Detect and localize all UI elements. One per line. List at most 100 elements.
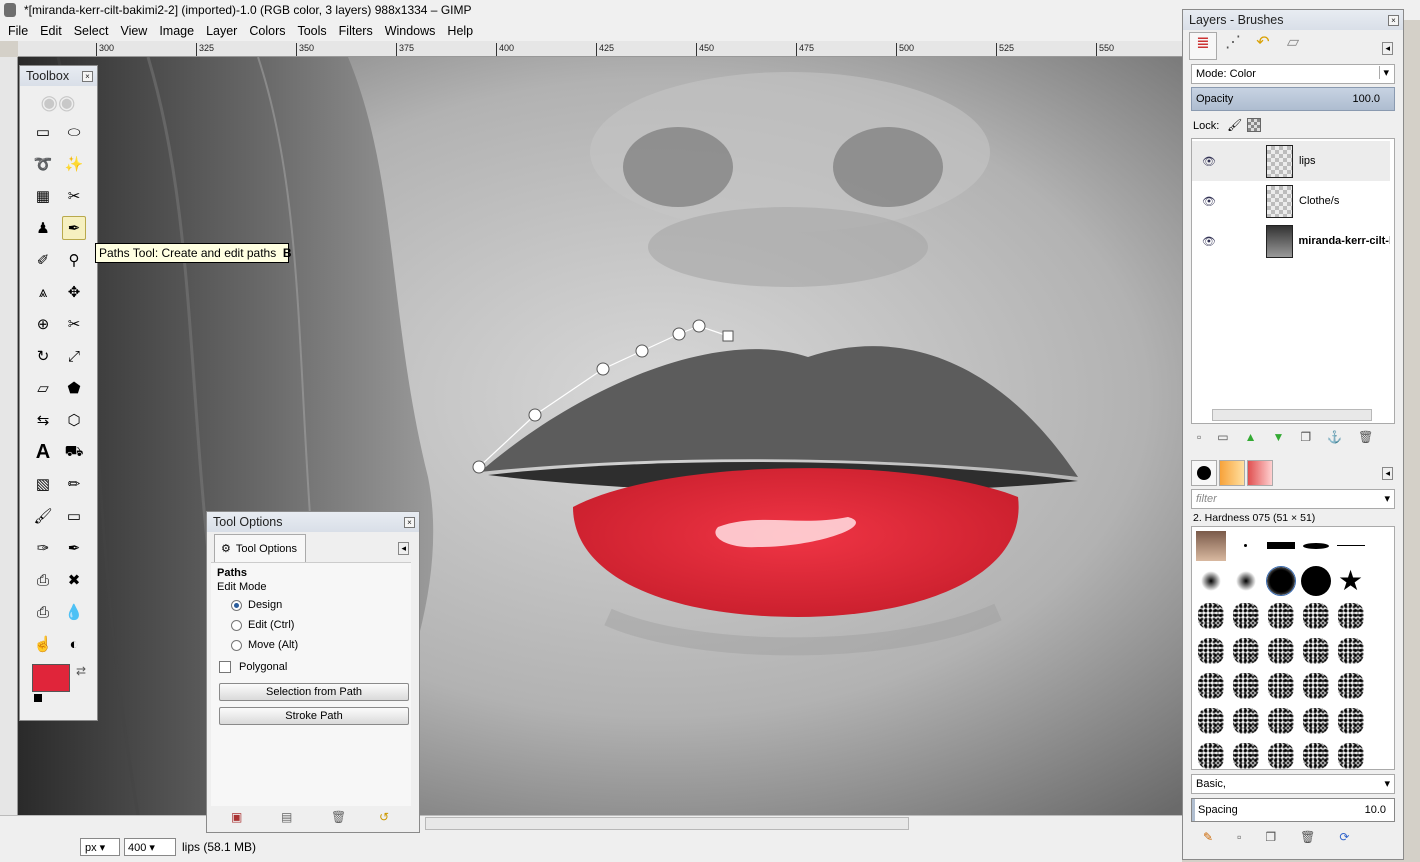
- measure-icon[interactable]: ⩓: [31, 280, 55, 304]
- brush-filter-input[interactable]: filter ▾: [1191, 489, 1395, 509]
- ink-icon[interactable]: ✒: [62, 536, 86, 560]
- mode-design-radio[interactable]: Design: [231, 599, 282, 611]
- layer-list[interactable]: 👁 lips 👁 Clothe/s 👁 miranda-kerr-cilt-ba: [1191, 138, 1395, 424]
- brush-thumbnail[interactable]: [1334, 669, 1367, 702]
- blend-icon[interactable]: ▧: [31, 472, 55, 496]
- brush-thumbnail[interactable]: [1264, 599, 1297, 632]
- bucket-fill-icon[interactable]: ⛟: [62, 440, 86, 464]
- layer-row[interactable]: 👁 miranda-kerr-cilt-ba: [1192, 221, 1390, 261]
- close-icon[interactable]: ×: [1388, 14, 1399, 26]
- brush-thumbnail[interactable]: [1194, 739, 1227, 769]
- eye-icon[interactable]: 👁: [1192, 195, 1226, 208]
- dock-menu-icon[interactable]: ◂: [1382, 42, 1393, 55]
- tab-undo[interactable]: ↶: [1249, 32, 1277, 60]
- shear-icon[interactable]: ▱: [31, 376, 55, 400]
- brush-thumbnail[interactable]: [1229, 529, 1262, 562]
- horizontal-scrollbar[interactable]: [425, 817, 909, 830]
- menu-view[interactable]: View: [114, 24, 153, 38]
- brush-thumbnail[interactable]: [1264, 739, 1297, 769]
- flip-icon[interactable]: ⇆: [31, 408, 55, 432]
- color-picker-icon[interactable]: ✐: [31, 248, 55, 272]
- duplicate-layer-icon[interactable]: ❐: [1300, 430, 1311, 444]
- new-brush-icon[interactable]: ▫: [1237, 830, 1241, 844]
- cage-transform-icon[interactable]: ⬡: [62, 408, 86, 432]
- zoom-icon[interactable]: ⚲: [62, 248, 86, 272]
- menu-tools[interactable]: Tools: [291, 24, 332, 38]
- rotate-icon[interactable]: ↻: [31, 344, 55, 368]
- crop-icon[interactable]: ✂: [62, 312, 86, 336]
- ellipse-select-icon[interactable]: ⬭: [62, 120, 86, 144]
- zoom-select[interactable]: 400 ▾: [124, 838, 176, 856]
- polygonal-checkbox[interactable]: Polygonal: [219, 661, 287, 673]
- menu-windows[interactable]: Windows: [379, 24, 442, 38]
- foreground-select-icon[interactable]: ♟: [31, 216, 55, 240]
- paths-tool-icon[interactable]: ✒: [62, 216, 86, 240]
- brush-thumbnail[interactable]: [1264, 564, 1297, 597]
- menu-colors[interactable]: Colors: [243, 24, 291, 38]
- swap-colors-icon[interactable]: ⇄: [76, 664, 86, 678]
- spacing-slider[interactable]: Spacing 10.0: [1191, 798, 1395, 822]
- heal-icon[interactable]: ✖: [62, 568, 86, 592]
- lower-layer-icon[interactable]: ▼: [1273, 430, 1285, 444]
- vertical-ruler[interactable]: [0, 57, 18, 815]
- brush-thumbnail[interactable]: [1229, 669, 1262, 702]
- brush-thumbnail[interactable]: [1264, 704, 1297, 737]
- brush-grid[interactable]: ★: [1191, 526, 1395, 770]
- menu-file[interactable]: File: [2, 24, 34, 38]
- perspective-icon[interactable]: ⬟: [62, 376, 86, 400]
- brush-thumbnail[interactable]: [1299, 564, 1332, 597]
- brush-thumbnail[interactable]: [1334, 599, 1367, 632]
- menu-select[interactable]: Select: [68, 24, 115, 38]
- tab-layers[interactable]: ≣: [1189, 32, 1217, 60]
- smudge-icon[interactable]: ☝: [31, 632, 55, 656]
- new-layer-icon[interactable]: ▫: [1197, 430, 1201, 444]
- delete-brush-icon[interactable]: 🗑: [1300, 830, 1315, 844]
- tab-brushes[interactable]: [1191, 460, 1217, 486]
- align-icon[interactable]: ⊕: [31, 312, 55, 336]
- lock-alpha-icon[interactable]: [1247, 118, 1261, 132]
- menu-help[interactable]: Help: [441, 24, 479, 38]
- rect-select-icon[interactable]: ▭: [31, 120, 55, 144]
- tab-channels[interactable]: ⋰: [1219, 32, 1247, 60]
- brushes-menu-icon[interactable]: ◂: [1382, 467, 1393, 480]
- brush-thumbnail[interactable]: [1264, 634, 1297, 667]
- horizontal-ruler[interactable]: 300 325 350 375 400 425 450 475 500 525 …: [18, 41, 1182, 57]
- brush-thumbnail[interactable]: [1264, 669, 1297, 702]
- image-canvas[interactable]: [18, 57, 1182, 815]
- paintbrush-icon[interactable]: 🖌: [31, 504, 55, 528]
- eye-icon[interactable]: 👁: [1192, 235, 1226, 248]
- raise-layer-icon[interactable]: ▲: [1245, 430, 1257, 444]
- brush-thumbnail[interactable]: [1229, 564, 1262, 597]
- brush-thumbnail[interactable]: [1334, 704, 1367, 737]
- brush-thumbnail[interactable]: [1334, 529, 1367, 562]
- unit-select[interactable]: px ▾: [80, 838, 120, 856]
- layer-list-scrollbar[interactable]: [1212, 409, 1372, 421]
- edit-brush-icon[interactable]: ✎: [1203, 830, 1213, 844]
- menu-layer[interactable]: Layer: [200, 24, 243, 38]
- layer-row[interactable]: 👁 lips: [1192, 141, 1390, 181]
- duplicate-brush-icon[interactable]: ❐: [1265, 830, 1276, 844]
- tab-menu-icon[interactable]: ◂: [398, 542, 409, 555]
- brush-thumbnail[interactable]: [1299, 599, 1332, 632]
- selection-from-path-button[interactable]: Selection from Path: [219, 683, 409, 701]
- stroke-path-button[interactable]: Stroke Path: [219, 707, 409, 725]
- brush-thumbnail[interactable]: [1334, 634, 1367, 667]
- brush-thumbnail[interactable]: [1194, 529, 1227, 562]
- brush-thumbnail[interactable]: [1194, 599, 1227, 632]
- menu-edit[interactable]: Edit: [34, 24, 68, 38]
- mode-move-radio[interactable]: Move (Alt): [231, 639, 298, 651]
- tab-tool-options[interactable]: ⚙ Tool Options: [214, 534, 306, 562]
- brush-thumbnail[interactable]: [1194, 704, 1227, 737]
- free-select-icon[interactable]: ➰: [31, 152, 55, 176]
- brush-preset-select[interactable]: Basic, ▾: [1191, 774, 1395, 794]
- blur-icon[interactable]: 💧: [62, 600, 86, 624]
- menu-image[interactable]: Image: [153, 24, 200, 38]
- text-icon[interactable]: A: [31, 440, 55, 464]
- tab-patterns[interactable]: [1219, 460, 1245, 486]
- brush-thumbnail[interactable]: [1229, 599, 1262, 632]
- refresh-brushes-icon[interactable]: ⟳: [1339, 830, 1349, 844]
- brush-thumbnail[interactable]: [1264, 529, 1297, 562]
- new-layer-group-icon[interactable]: ▭: [1217, 430, 1228, 444]
- close-icon[interactable]: ×: [404, 516, 415, 528]
- perspective-clone-icon[interactable]: ⎙: [31, 600, 55, 624]
